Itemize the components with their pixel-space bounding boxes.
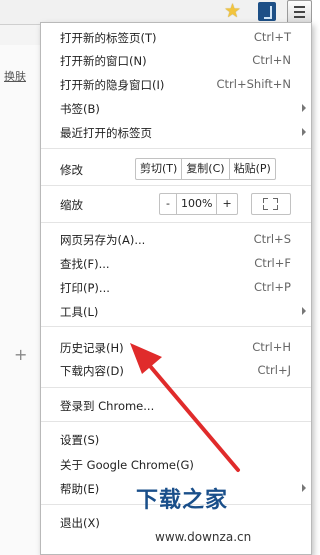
menu-item-bookmarks[interactable]: 书签(B) xyxy=(41,97,311,119)
cut-button[interactable]: 剪切(T) xyxy=(136,159,183,179)
menu-item-shortcut: Ctrl+N xyxy=(252,53,291,67)
menu-item-label: 修改 xyxy=(60,163,83,177)
menu-item-recent-tabs[interactable]: 最近打开的标签页 xyxy=(41,121,311,143)
menu-item-new-tab[interactable]: 打开新的标签页(T) Ctrl+T xyxy=(41,26,311,48)
menu-item-label: 网页另存为(A)... xyxy=(60,233,146,247)
menu-separator xyxy=(41,222,311,223)
menu-item-shortcut: Ctrl+Shift+N xyxy=(216,77,291,91)
menu-item-new-incognito[interactable]: 打开新的隐身窗口(I) Ctrl+Shift+N xyxy=(41,73,311,95)
menu-item-label: 打开新的隐身窗口(I) xyxy=(60,78,165,92)
fullscreen-icon[interactable] xyxy=(251,193,291,215)
menu-item-shortcut: Ctrl+P xyxy=(253,280,291,294)
menu-item-settings[interactable]: 设置(S) xyxy=(41,428,311,450)
star-icon[interactable]: ★ xyxy=(224,1,244,21)
menu-item-label: 书签(B) xyxy=(60,102,100,116)
menu-item-zoom: 缩放 - 100% + xyxy=(41,193,311,215)
menu-item-label: 下载内容(D) xyxy=(60,364,124,378)
menu-item-shortcut: Ctrl+H xyxy=(252,340,291,354)
menu-item-about[interactable]: 关于 Google Chrome(G) xyxy=(41,453,311,475)
menu-item-print[interactable]: 打印(P)... Ctrl+P xyxy=(41,276,311,298)
copy-button[interactable]: 复制(C) xyxy=(182,159,230,179)
menu-item-label: 最近打开的标签页 xyxy=(60,126,152,140)
zoom-level: 100% xyxy=(177,194,218,214)
menu-item-label: 登录到 Chrome... xyxy=(60,399,155,413)
menu-separator xyxy=(41,421,311,422)
menu-separator xyxy=(41,148,311,149)
menu-item-history[interactable]: 历史记录(H) Ctrl+H xyxy=(41,336,311,358)
menu-item-tools[interactable]: 工具(L) xyxy=(41,300,311,322)
page-background xyxy=(0,25,40,555)
menu-separator xyxy=(41,326,311,327)
hamburger-menu-icon[interactable] xyxy=(287,0,312,24)
zoom-in-button[interactable]: + xyxy=(217,194,236,214)
menu-item-label: 缩放 xyxy=(60,198,83,212)
menu-item-label: 设置(S) xyxy=(60,433,100,447)
menu-item-label: 打开新的窗口(N) xyxy=(60,54,147,68)
paste-button[interactable]: 粘贴(P) xyxy=(230,159,275,179)
submenu-arrow-icon xyxy=(302,104,306,112)
menu-item-shortcut: Ctrl+T xyxy=(253,30,291,44)
menu-item-save-page[interactable]: 网页另存为(A)... Ctrl+S xyxy=(41,228,311,250)
menu-separator xyxy=(41,387,311,388)
menu-item-shortcut: Ctrl+S xyxy=(253,232,291,246)
zoom-control: - 100% + xyxy=(159,193,238,215)
menu-item-sign-in[interactable]: 登录到 Chrome... xyxy=(41,394,311,416)
zoom-out-button[interactable]: - xyxy=(160,194,177,214)
add-icon[interactable]: + xyxy=(14,345,27,364)
menu-item-downloads[interactable]: 下载内容(D) Ctrl+J xyxy=(41,359,311,381)
watermark-url: www.downza.cn xyxy=(155,530,252,544)
menu-item-label: 查找(F)... xyxy=(60,257,110,271)
edit-button-group: 剪切(T) 复制(C) 粘贴(P) xyxy=(135,158,276,180)
submenu-arrow-icon xyxy=(302,484,306,492)
menu-item-label: 退出(X) xyxy=(60,516,100,530)
extension-icon[interactable] xyxy=(258,2,276,21)
menu-item-label: 工具(L) xyxy=(60,305,99,319)
submenu-arrow-icon xyxy=(302,307,306,315)
menu-item-label: 关于 Google Chrome(G) xyxy=(60,458,194,472)
skin-link[interactable]: 换肤 xyxy=(4,68,26,84)
menu-item-shortcut: Ctrl+F xyxy=(254,256,291,270)
menu-separator xyxy=(41,185,311,186)
menu-item-find[interactable]: 查找(F)... Ctrl+F xyxy=(41,252,311,274)
menu-item-label: 打开新的标签页(T) xyxy=(60,31,157,45)
menu-item-label: 帮助(E) xyxy=(60,482,100,496)
submenu-arrow-icon xyxy=(302,128,306,136)
menu-item-edit: 修改 剪切(T) 复制(C) 粘贴(P) xyxy=(41,158,311,180)
watermark-logo: 下载之家 xyxy=(136,488,229,513)
menu-item-shortcut: Ctrl+J xyxy=(257,363,292,377)
chrome-main-menu: 打开新的标签页(T) Ctrl+T 打开新的窗口(N) Ctrl+N 打开新的隐… xyxy=(40,22,312,555)
menu-item-label: 历史记录(H) xyxy=(60,341,124,355)
menu-item-label: 打印(P)... xyxy=(60,281,110,295)
menu-item-new-window[interactable]: 打开新的窗口(N) Ctrl+N xyxy=(41,49,311,71)
